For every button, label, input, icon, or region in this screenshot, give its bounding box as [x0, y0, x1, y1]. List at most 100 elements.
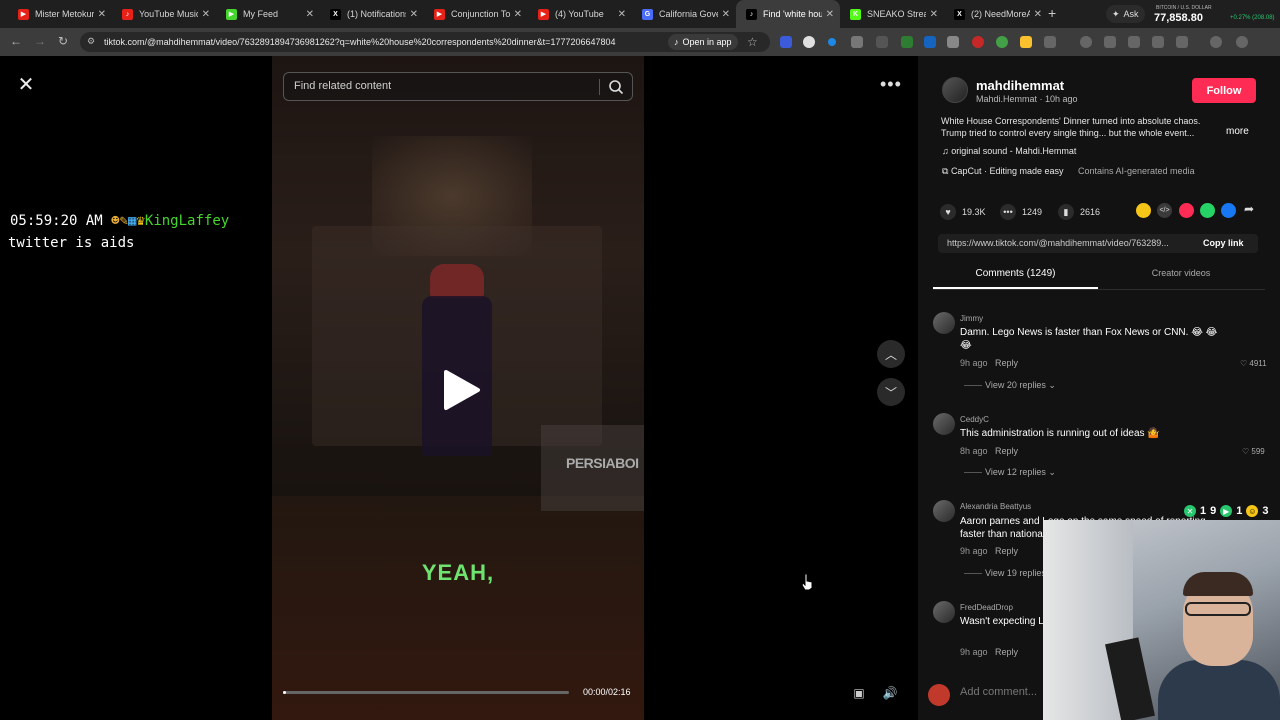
comment-username[interactable]: Jimmy: [960, 314, 983, 323]
browser-tab[interactable]: ♪ Find 'white hou ✕: [736, 0, 840, 28]
devtools-icon[interactable]: [1128, 36, 1140, 48]
tab-close-icon[interactable]: ✕: [98, 9, 106, 20]
browser-tab[interactable]: K SNEAKO Stream ✕: [840, 0, 944, 28]
extension-icon[interactable]: [947, 36, 959, 48]
find-related-search[interactable]: Find related content: [283, 72, 633, 101]
profile-icon[interactable]: [1210, 36, 1222, 48]
whatsapp-icon[interactable]: [1200, 203, 1215, 218]
add-comment-input[interactable]: Add comment...: [960, 686, 1037, 698]
comment-username[interactable]: FredDeadDrop: [960, 603, 1013, 612]
url-text[interactable]: tiktok.com/@mahdihemmat/video/7632891894…: [104, 37, 664, 47]
site-info-icon[interactable]: ⚙: [87, 36, 95, 47]
sound-link[interactable]: ♫ original sound - Mahdi.Hemmat: [942, 146, 1076, 156]
reload-icon[interactable]: ↻: [58, 34, 68, 48]
browser-menu-icon[interactable]: [1236, 36, 1248, 48]
picture-in-picture-icon[interactable]: ▣: [847, 683, 871, 703]
browser-tab[interactable]: G California Gover ✕: [632, 0, 736, 28]
close-video-button[interactable]: ✕: [14, 74, 38, 98]
extension-icon[interactable]: [996, 36, 1008, 48]
comment-avatar[interactable]: [933, 413, 955, 435]
capcut-link[interactable]: ⧉ CapCut · Editing made easy: [942, 166, 1064, 177]
tab-close-icon[interactable]: ✕: [1034, 9, 1042, 20]
view-replies-button[interactable]: View 12 replies ⌄: [985, 467, 1056, 478]
tab-close-icon[interactable]: ✕: [202, 9, 210, 20]
tab-creator-videos[interactable]: Creator videos: [1100, 268, 1262, 278]
comment-like[interactable]: ♡ 4911: [1240, 359, 1267, 368]
next-video-button[interactable]: ﹀: [877, 378, 905, 406]
forward-icon[interactable]: →: [34, 34, 46, 48]
comment-username[interactable]: CeddyC: [960, 415, 989, 424]
tab-close-icon[interactable]: ✕: [826, 9, 834, 20]
play-icon[interactable]: [442, 369, 482, 411]
extension-icon[interactable]: [972, 36, 984, 48]
zoom-icon[interactable]: [1176, 36, 1188, 48]
heart-icon[interactable]: ♥: [940, 204, 956, 220]
history-icon[interactable]: [1080, 36, 1092, 48]
extension-icon[interactable]: [851, 36, 863, 48]
more-options-icon[interactable]: •••: [880, 74, 902, 95]
browser-tab[interactable]: ▶ (4) YouTube ✕: [528, 0, 632, 28]
add-comment-bar[interactable]: Add comment...: [918, 672, 1048, 720]
author-username[interactable]: mahdihemmat: [976, 78, 1064, 93]
share-link-text[interactable]: https://www.tiktok.com/@mahdihemmat/vide…: [947, 238, 1199, 248]
comment-icon[interactable]: •••: [1000, 204, 1016, 220]
comment-like[interactable]: ♡ 599: [1242, 447, 1265, 456]
video-progress-bar[interactable]: [283, 691, 569, 694]
cast-icon[interactable]: [1152, 36, 1164, 48]
save-stat[interactable]: ▮ 2616: [1058, 204, 1100, 220]
facebook-icon[interactable]: [1221, 203, 1236, 218]
browser-tab[interactable]: ▶ Conjunction Tor ✕: [424, 0, 528, 28]
back-icon[interactable]: ←: [10, 34, 22, 48]
extension-icon[interactable]: [901, 36, 913, 48]
share-arrow-icon[interactable]: ➦: [1244, 202, 1254, 216]
author-avatar[interactable]: [942, 77, 968, 103]
send-icon[interactable]: [1179, 203, 1194, 218]
browser-tab[interactable]: ♪ YouTube Music ✕: [112, 0, 216, 28]
more-link[interactable]: more: [1226, 126, 1249, 137]
copy-link-button[interactable]: Copy link: [1203, 238, 1244, 248]
comment-reply-button[interactable]: Reply: [995, 358, 1018, 368]
follow-button[interactable]: Follow: [1192, 78, 1256, 103]
extensions-puzzle-icon[interactable]: [1044, 36, 1056, 48]
tab-close-icon[interactable]: ✕: [618, 9, 626, 20]
tiktok-friends-icon[interactable]: [1136, 203, 1151, 218]
browser-tab[interactable]: ▶ Mister Metokur ✕: [8, 0, 112, 28]
comment-avatar[interactable]: [933, 312, 955, 334]
tab-comments[interactable]: Comments (1249): [933, 268, 1098, 279]
bookmark-star-icon[interactable]: ☆: [747, 35, 758, 49]
tab-close-icon[interactable]: ✕: [722, 9, 730, 20]
comment-stat[interactable]: ••• 1249: [1000, 204, 1042, 220]
extension-icon[interactable]: [1104, 36, 1116, 48]
bookmark-icon[interactable]: ▮: [1058, 204, 1074, 220]
new-tab-button[interactable]: +: [1048, 5, 1056, 21]
comment-reply-button[interactable]: Reply: [995, 647, 1018, 657]
embed-icon[interactable]: </>: [1157, 203, 1172, 218]
extension-icon[interactable]: [876, 36, 888, 48]
comment-username[interactable]: Alexandria Beattyus: [960, 502, 1031, 511]
ask-button[interactable]: ✦ Ask: [1106, 5, 1145, 23]
tab-close-icon[interactable]: ✕: [930, 9, 938, 20]
extension-icon[interactable]: [924, 36, 936, 48]
extension-icon[interactable]: [1020, 36, 1032, 48]
url-bar[interactable]: ⚙ tiktok.com/@mahdihemmat/video/76328918…: [80, 32, 770, 52]
browser-tab[interactable]: X (2) NeedMoreA ✕: [944, 0, 1048, 28]
extension-icon[interactable]: [803, 36, 815, 48]
comment-avatar[interactable]: [933, 601, 955, 623]
previous-video-button[interactable]: ︿: [877, 340, 905, 368]
extension-icon[interactable]: [828, 38, 836, 46]
comment-avatar[interactable]: [933, 500, 955, 522]
tab-close-icon[interactable]: ✕: [410, 9, 418, 20]
comment-reply-button[interactable]: Reply: [995, 446, 1018, 456]
tab-close-icon[interactable]: ✕: [306, 9, 314, 20]
tab-close-icon[interactable]: ✕: [514, 9, 522, 20]
open-in-app-button[interactable]: ♪ Open in app: [668, 34, 738, 50]
like-stat[interactable]: ♥ 19.3K: [940, 204, 986, 220]
comment-reply-button[interactable]: Reply: [995, 546, 1018, 556]
view-replies-button[interactable]: View 19 replies: [985, 568, 1046, 578]
view-replies-button[interactable]: View 20 replies ⌄: [985, 380, 1056, 391]
browser-tab[interactable]: X (1) Notifications ✕: [320, 0, 424, 28]
search-icon[interactable]: [608, 79, 624, 95]
extension-icon[interactable]: [780, 36, 792, 48]
browser-tab[interactable]: ▶ My Feed ✕: [216, 0, 320, 28]
volume-icon[interactable]: 🔊: [878, 683, 902, 703]
